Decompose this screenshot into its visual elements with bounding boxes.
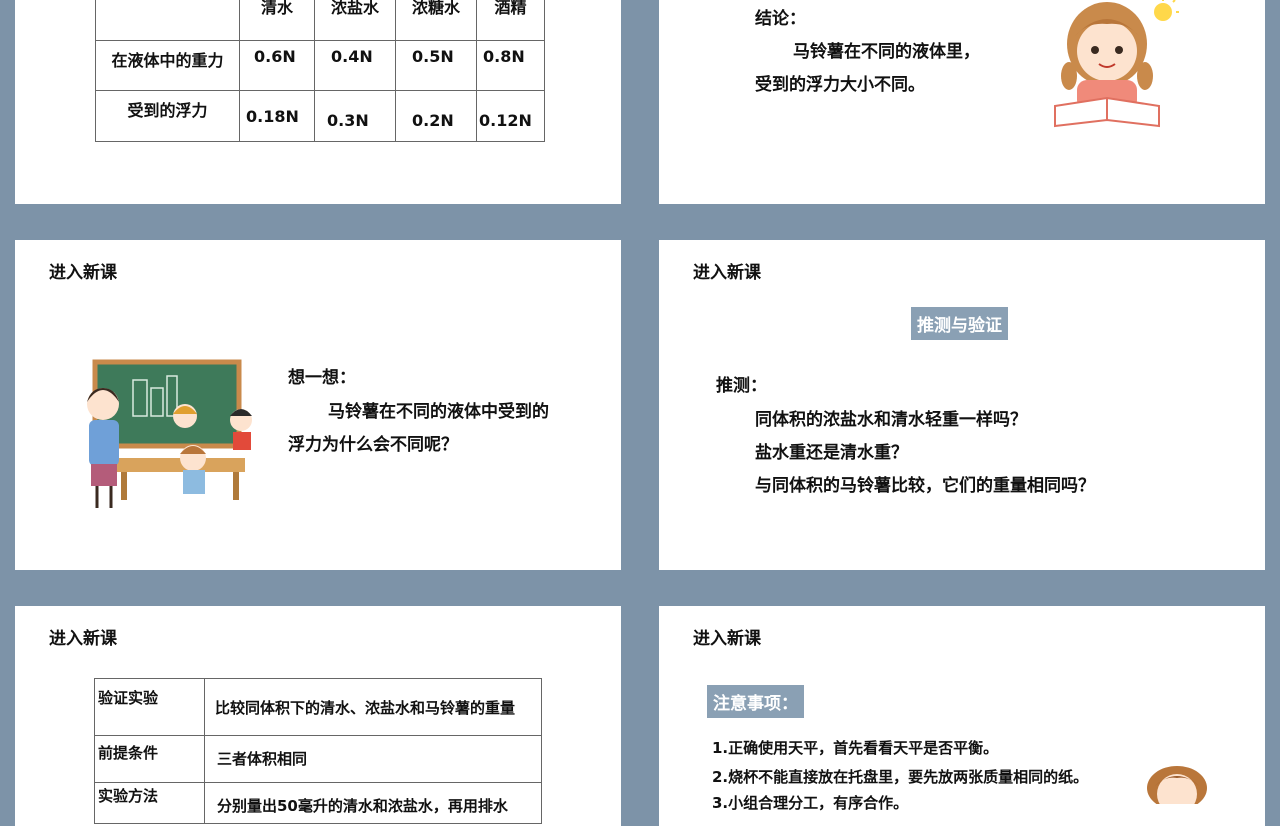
table-cell: 0.18N [239,90,315,142]
slide-title: 进入新课 [49,263,117,283]
precautions-badge: 注意事项： [707,685,804,718]
table-cell: 0.3N [314,90,396,142]
table-cell: 0.4N [314,40,396,91]
guess-label: 推测： [716,376,767,396]
table-cell: 0.2N [395,90,477,142]
table-row: 在液体中的重力 0.6N 0.4N 0.5N 0.8N [95,40,545,91]
table-row: 受到的浮力 0.18N 0.3N 0.2N 0.12N [95,90,545,142]
slide-3[interactable]: 进入新课 想一想： 马铃薯在不同的液体中受到的 浮力为什么会不同呢？ [15,240,621,570]
table-header-cell: 酒精 [476,0,545,41]
think-line-1: 马铃薯在不同的液体中受到的 [328,402,549,422]
table-cell: 0.12N [476,90,545,142]
slide-4[interactable]: 进入新课 推测与验证 推测： 同体积的浓盐水和清水轻重一样吗？ 盐水重还是清水重… [659,240,1265,570]
table-header-cell: 浓糖水 [395,0,477,41]
slide-1[interactable]: 清水 浓盐水 浓糖水 酒精 在液体中的重力 0.6N 0.4N 0.5N 0.8… [15,0,621,204]
table-header-row: 清水 浓盐水 浓糖水 酒精 [95,0,545,41]
think-label: 想一想： [288,368,356,388]
slide-6[interactable]: 进入新课 注意事项： 1.正确使用天平，首先看看天平是否平衡。 2.烧杯不能直接… [659,606,1265,826]
table-cell [95,0,240,41]
table-row: 实验方法 分别量出50毫升的清水和浓盐水，再用排水 [94,782,542,824]
question-1: 同体积的浓盐水和清水轻重一样吗？ [755,410,1027,430]
table-row-label: 验证实验 [94,678,205,736]
conclusion-label: 结论： [755,9,806,29]
think-line-2: 浮力为什么会不同呢？ [288,435,458,455]
question-3: 与同体积的马铃薯比较，它们的重量相同吗？ [755,476,1095,496]
table-row-label: 受到的浮力 [95,90,240,142]
table-cell: 三者体积相同 [204,735,542,783]
table-cell: 0.5N [395,40,477,91]
table-row: 前提条件 三者体积相同 [94,735,542,783]
precaution-item-3: 3.小组合理分工，有序合作。 [712,794,909,812]
precaution-item-2: 2.烧杯不能直接放在托盘里，要先放两张质量相同的纸。 [712,768,1089,786]
conclusion-line-2: 受到的浮力大小不同。 [755,75,925,95]
table-cell: 0.6N [239,40,315,91]
slide-2[interactable]: 结论： 马铃薯在不同的液体里， 受到的浮力大小不同。 [659,0,1265,204]
table-cell: 比较同体积下的清水、浓盐水和马铃薯的重量 [204,678,542,736]
experiment-table: 验证实验 比较同体积下的清水、浓盐水和马铃薯的重量 前提条件 三者体积相同 实验… [94,678,542,824]
table-header-cell: 清水 [239,0,315,41]
force-table: 清水 浓盐水 浓糖水 酒精 在液体中的重力 0.6N 0.4N 0.5N 0.8… [95,0,545,142]
girl-reading-illustration [1054,0,1179,128]
guess-verify-badge: 推测与验证 [911,307,1008,340]
table-cell: 0.8N [476,40,545,91]
slide-title: 进入新课 [693,629,761,649]
table-cell: 分别量出50毫升的清水和浓盐水，再用排水 [204,782,542,824]
slide-title: 进入新课 [693,263,761,283]
table-header-cell: 浓盐水 [314,0,396,41]
conclusion-line-1: 马铃薯在不同的液体里， [793,42,980,62]
slide-title: 进入新课 [49,629,117,649]
question-2: 盐水重还是清水重？ [755,443,908,463]
table-row-label: 前提条件 [94,735,205,783]
classroom-illustration [87,359,252,508]
table-row-label: 在液体中的重力 [95,40,240,91]
table-row: 验证实验 比较同体积下的清水、浓盐水和马铃薯的重量 [94,678,542,736]
precaution-item-1: 1.正确使用天平，首先看看天平是否平衡。 [712,739,999,757]
table-row-label: 实验方法 [94,782,205,824]
slide-5[interactable]: 进入新课 验证实验 比较同体积下的清水、浓盐水和马铃薯的重量 前提条件 三者体积… [15,606,621,826]
child-illustration [1147,766,1207,804]
